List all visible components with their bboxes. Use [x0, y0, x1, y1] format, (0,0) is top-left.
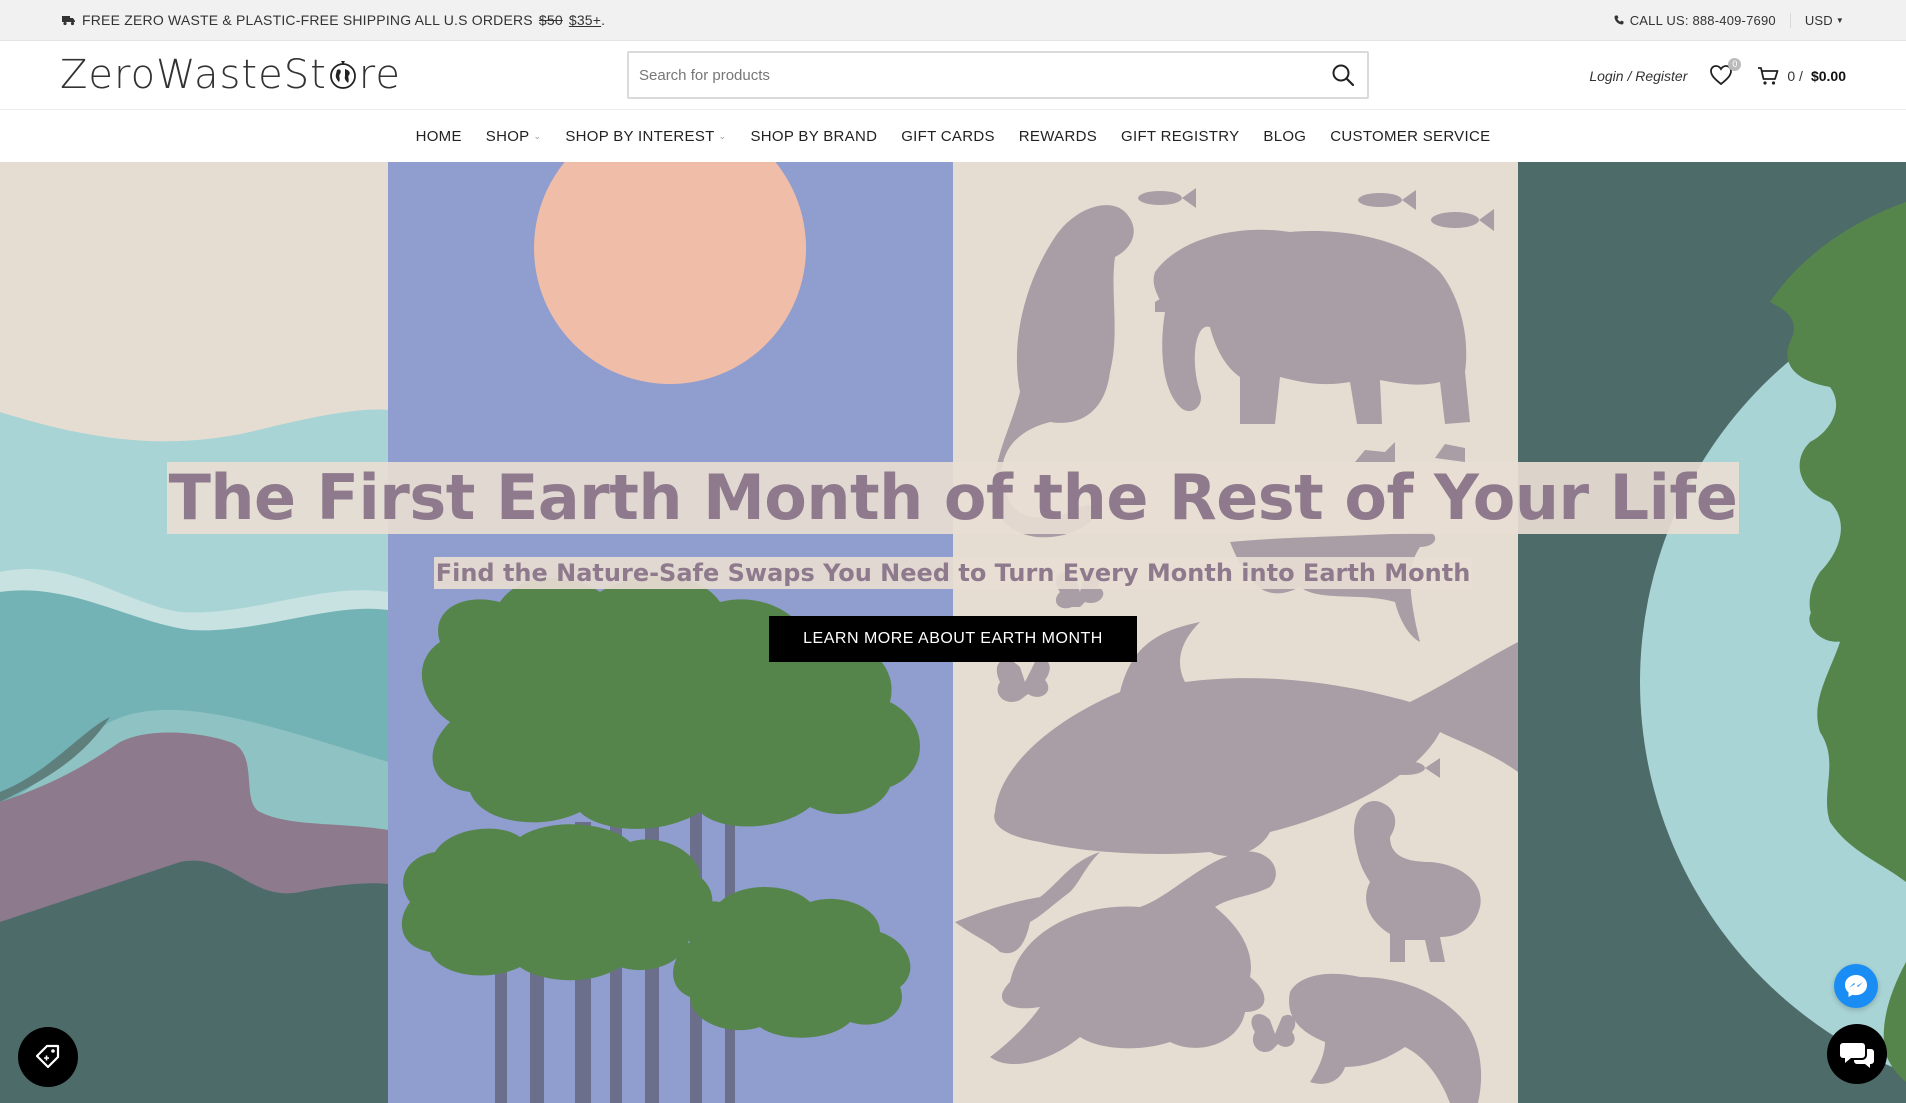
wishlist-button[interactable]: 0	[1709, 57, 1742, 88]
currency-label: USD	[1804, 12, 1833, 28]
call-us-text: CALL US: 888-409-7690	[1629, 12, 1776, 28]
messenger-button[interactable]	[1834, 964, 1878, 1008]
nav-item-label: SHOP	[485, 127, 530, 145]
shipping-announcement: FREE ZERO WASTE & PLASTIC-FREE SHIPPING …	[62, 12, 605, 28]
cart-button[interactable]: 0 / $0.00	[1757, 66, 1846, 86]
live-chat-button[interactable]	[1827, 1024, 1887, 1084]
messenger-icon	[1845, 975, 1867, 997]
globe-logo-icon	[329, 61, 356, 89]
search-button[interactable]	[1319, 53, 1367, 97]
call-us-link[interactable]: CALL US: 888-409-7690	[1614, 12, 1791, 28]
nav-item-label: GIFT REGISTRY	[1121, 127, 1240, 145]
cart-icon	[1758, 66, 1779, 85]
shipping-text: FREE ZERO WASTE & PLASTIC-FREE SHIPPING …	[82, 12, 533, 28]
chevron-down-icon: ▼	[1835, 15, 1844, 25]
hero-subheadline-text: Find the Nature-Safe Swaps You Need to T…	[433, 557, 1473, 589]
nav-item-gift-registry[interactable]: GIFT REGISTRY	[1121, 128, 1239, 145]
nav-item-label: SHOP BY BRAND	[750, 127, 878, 145]
nav-item-label: CUSTOMER SERVICE	[1330, 127, 1491, 145]
nav-item-customer-service[interactable]: CUSTOMER SERVICE	[1330, 128, 1490, 145]
phone-icon	[1614, 15, 1624, 25]
top-announcement-bar: FREE ZERO WASTE & PLASTIC-FREE SHIPPING …	[0, 0, 1906, 41]
hero-banner[interactable]: The First Earth Month of the Rest of You…	[0, 162, 1906, 1103]
nav-item-shop-by-brand[interactable]: SHOP BY BRAND	[750, 128, 877, 145]
chat-icon	[1840, 1043, 1874, 1068]
new-threshold-price-link[interactable]: $35+	[569, 12, 601, 28]
chevron-down-icon: ⌄	[718, 130, 727, 141]
nav-item-label: BLOG	[1263, 127, 1307, 145]
shipping-suffix: .	[601, 12, 606, 28]
site-header: ZeroWasteSt re Login / Register 0 0 / $0…	[0, 41, 1906, 110]
cart-count: 0 /	[1787, 67, 1803, 84]
login-register-link[interactable]: Login / Register	[1589, 68, 1687, 84]
nav-item-blog[interactable]: BLOG	[1263, 128, 1306, 145]
nav-item-gift-cards[interactable]: GIFT CARDS	[901, 128, 995, 145]
cart-total: $0.00	[1810, 67, 1846, 84]
hero-headline: The First Earth Month of the Rest of You…	[0, 462, 1906, 534]
main-navigation: HOME SHOP ⌄ SHOP BY INTEREST ⌄ SHOP BY BRA…	[0, 110, 1906, 162]
nav-item-label: REWARDS	[1018, 127, 1098, 145]
search-input[interactable]	[629, 53, 1319, 97]
nav-item-label: SHOP BY INTEREST	[565, 127, 715, 145]
wishlist-count-badge: 0	[1728, 57, 1742, 71]
currency-selector[interactable]: USD ▼	[1791, 13, 1844, 28]
chevron-down-icon: ⌄	[533, 130, 542, 141]
tag-icon	[35, 1044, 60, 1069]
site-logo[interactable]: ZeroWasteSt re	[60, 51, 401, 99]
nav-item-rewards[interactable]: REWARDS	[1019, 128, 1097, 145]
logo-text-end: re	[358, 52, 401, 98]
nav-item-home[interactable]: HOME	[416, 128, 462, 145]
learn-more-earth-month-button[interactable]: LEARN MORE ABOUT EARTH MONTH	[769, 616, 1137, 662]
nav-item-shop[interactable]: SHOP ⌄	[486, 128, 542, 145]
search-box	[627, 51, 1369, 99]
hero-subheadline: Find the Nature-Safe Swaps You Need to T…	[0, 557, 1906, 589]
truck-icon	[62, 15, 75, 25]
logo-text-start: ZeroWasteSt	[60, 52, 327, 98]
nav-item-label: HOME	[415, 127, 462, 145]
rewards-tag-button[interactable]	[18, 1027, 78, 1087]
nav-item-label: GIFT CARDS	[901, 127, 995, 145]
nav-item-shop-by-interest[interactable]: SHOP BY INTEREST ⌄	[565, 128, 726, 145]
hero-headline-text: The First Earth Month of the Rest of You…	[166, 461, 1740, 534]
old-threshold-price: $50	[538, 12, 563, 28]
search-icon	[1332, 64, 1355, 87]
